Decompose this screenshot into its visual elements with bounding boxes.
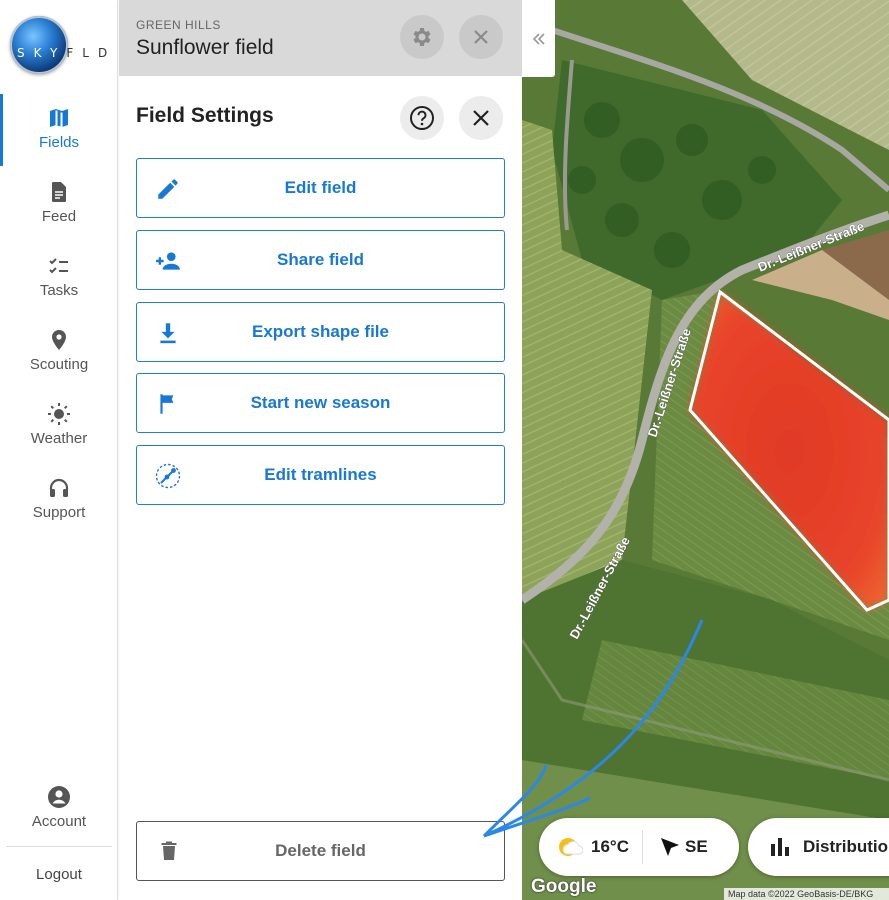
- wind-direction-value: SE: [685, 837, 708, 856]
- nav-item-tasks[interactable]: Tasks: [0, 242, 118, 314]
- field-header: GREEN HILLS Sunflower field: [119, 0, 522, 76]
- wind-direction-arrow-icon: [661, 838, 679, 856]
- nav-item-weather[interactable]: Weather: [0, 390, 118, 462]
- nav-item-feed[interactable]: Feed: [0, 168, 118, 240]
- nav-item-account[interactable]: Account: [0, 773, 118, 845]
- settings-title: Field Settings: [136, 104, 274, 127]
- start-new-season-label: Start new season: [250, 393, 391, 412]
- nav-divider: [6, 846, 112, 847]
- nav-label-fields: Fields: [38, 134, 79, 151]
- map-attribution[interactable]: Map data ©2022 GeoBasis-DE/BKG: [724, 888, 889, 900]
- close-settings-button[interactable]: [459, 96, 503, 140]
- nav-item-fields[interactable]: Fields: [0, 94, 118, 166]
- temperature-value: 16°C: [591, 837, 629, 856]
- distribution-button[interactable]: Distributio: [748, 818, 889, 876]
- help-icon: [410, 106, 434, 130]
- share-field-button[interactable]: Share field: [136, 230, 505, 290]
- nav-label-weather: Weather: [30, 430, 88, 447]
- collapse-panel-button[interactable]: [522, 0, 555, 77]
- help-button[interactable]: [400, 96, 444, 140]
- export-shape-file-button[interactable]: Export shape file: [136, 302, 505, 362]
- close-field-button[interactable]: [459, 15, 503, 59]
- field-settings-panel: GREEN HILLS Sunflower field Field Settin…: [119, 0, 522, 900]
- close-icon: [474, 30, 488, 44]
- edit-tramlines-button[interactable]: Edit tramlines: [136, 445, 505, 505]
- edit-field-button[interactable]: Edit field: [136, 158, 505, 218]
- gear-icon: [413, 28, 431, 46]
- tasks-icon: [49, 258, 68, 274]
- nav-label-tasks: Tasks: [39, 282, 79, 299]
- bar-chart-icon: [771, 838, 789, 856]
- account-icon: [48, 786, 70, 808]
- google-logo: Google: [531, 876, 597, 897]
- nav-label-account: Account: [31, 813, 87, 830]
- farm-name: GREEN HILLS: [136, 18, 221, 32]
- delete-field-button[interactable]: Delete field: [136, 821, 505, 881]
- field-settings-gear-button[interactable]: [400, 15, 444, 59]
- double-chevron-left-icon: [532, 32, 545, 45]
- nav-label-scouting: Scouting: [29, 356, 89, 373]
- partly-cloudy-icon: [559, 838, 583, 856]
- pill-divider: [642, 830, 643, 864]
- close-icon: [473, 110, 489, 126]
- export-shape-file-label: Export shape file: [252, 322, 389, 341]
- left-navigation: SKYFLD Fields Feed Tasks Scouting Weathe…: [0, 0, 118, 900]
- delete-field-label: Delete field: [275, 841, 366, 860]
- nav-item-scouting[interactable]: Scouting: [0, 316, 118, 388]
- weather-wind-pill[interactable]: 16°C SE: [539, 818, 739, 876]
- nav-item-support[interactable]: Support: [0, 464, 118, 536]
- feed-icon: [52, 182, 66, 202]
- map-icon: [50, 109, 68, 127]
- nav-label-support: Support: [32, 504, 86, 521]
- nav-label-feed: Feed: [41, 208, 77, 225]
- start-new-season-button[interactable]: Start new season: [136, 373, 505, 433]
- distribution-label: Distributio: [803, 837, 888, 856]
- sun-icon: [48, 403, 70, 425]
- headset-icon: [49, 478, 69, 497]
- edit-tramlines-label: Edit tramlines: [264, 465, 377, 484]
- pin-icon: [52, 330, 66, 350]
- field-name: Sunflower field: [136, 36, 274, 59]
- edit-field-label: Edit field: [284, 178, 357, 197]
- skyfld-logo[interactable]: SKYFLD: [10, 16, 114, 76]
- globe-logo-icon: [10, 16, 68, 74]
- logo-text-rest: FLD: [66, 46, 117, 60]
- annotation-arrow: [482, 619, 704, 838]
- logo-text-highlight: SKY: [17, 46, 67, 60]
- share-field-label: Share field: [277, 250, 364, 269]
- logout-link[interactable]: Logout: [0, 866, 118, 883]
